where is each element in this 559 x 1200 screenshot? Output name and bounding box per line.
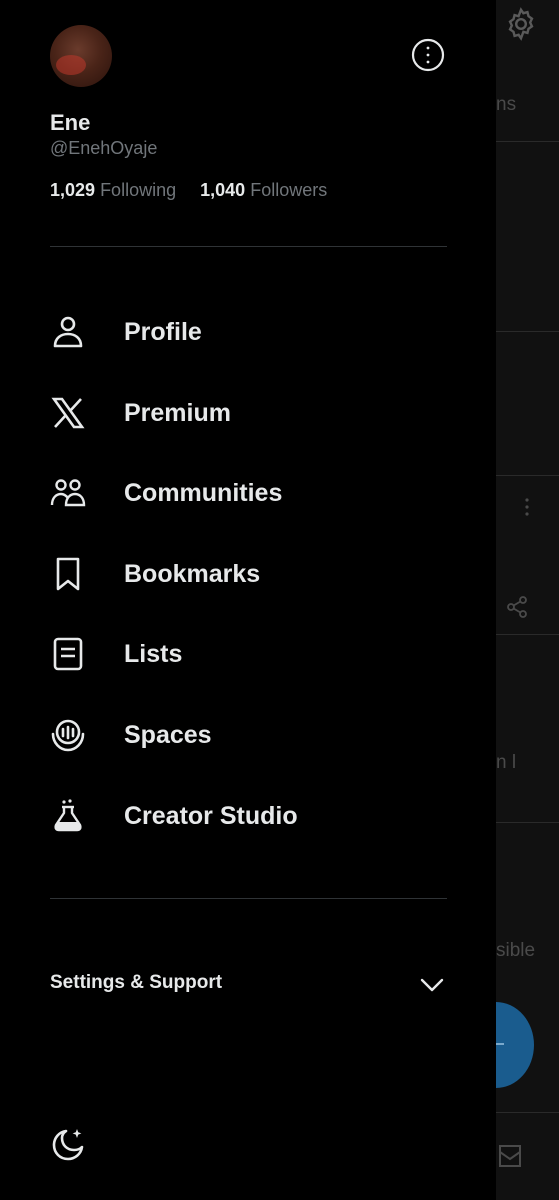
background-text: sible: [496, 940, 536, 961]
x-logo-icon: [50, 395, 86, 431]
follow-stats: 1,029 Following 1,040 Followers: [50, 180, 327, 201]
menu-item-label: Profile: [124, 317, 202, 346]
profile-name[interactable]: Ene: [50, 110, 90, 136]
navigation-drawer: Ene @EnehOyaje 1,029 Following 1,040 Fol…: [0, 0, 496, 1200]
background-divider: [496, 331, 559, 332]
gear-icon[interactable]: [503, 6, 539, 42]
more-options-icon[interactable]: [411, 38, 445, 72]
following-label: Following: [100, 180, 177, 200]
menu-item-label: Lists: [124, 639, 183, 668]
settings-support-toggle[interactable]: Settings & Support: [50, 972, 222, 994]
divider: [50, 898, 447, 899]
menu-item-creator-studio[interactable]: Creator Studio: [50, 786, 470, 846]
menu-item-label: Bookmarks: [124, 559, 261, 588]
followers-count: 1,040: [200, 180, 246, 200]
background-divider: [496, 475, 559, 476]
background-divider: [496, 822, 559, 823]
followers-link[interactable]: 1,040 Followers: [200, 180, 327, 200]
menu-item-profile[interactable]: Profile: [50, 302, 470, 362]
followers-label: Followers: [250, 180, 328, 200]
background-divider: [496, 634, 559, 635]
background-divider: [496, 141, 559, 142]
spaces-icon: [50, 717, 86, 753]
moon-icon[interactable]: [50, 1126, 86, 1162]
following-link[interactable]: 1,029 Following: [50, 180, 181, 200]
avatar[interactable]: [50, 25, 112, 87]
menu-item-label: Spaces: [124, 720, 212, 749]
user-icon: [50, 314, 86, 350]
divider: [50, 246, 447, 247]
bookmark-icon: [50, 556, 86, 592]
share-icon[interactable]: [505, 595, 529, 619]
menu-item-label: Creator Studio: [124, 801, 298, 830]
menu-item-communities[interactable]: Communities: [50, 463, 470, 523]
mail-icon[interactable]: [498, 1142, 522, 1170]
more-vertical-icon[interactable]: [518, 496, 536, 518]
communities-icon: [50, 475, 86, 511]
following-count: 1,029: [50, 180, 96, 200]
plus-icon: [496, 1043, 504, 1045]
menu-item-lists[interactable]: Lists: [50, 624, 470, 684]
menu-item-premium[interactable]: Premium: [50, 383, 470, 443]
menu-item-spaces[interactable]: Spaces: [50, 705, 470, 765]
background-tab-text: ns: [496, 94, 517, 115]
menu-item-label: Premium: [124, 398, 231, 427]
background-text: n l: [496, 752, 517, 773]
menu-item-bookmarks[interactable]: Bookmarks: [50, 544, 470, 604]
menu-item-label: Communities: [124, 478, 283, 507]
background-divider: [496, 1112, 559, 1113]
flask-icon: [50, 798, 86, 834]
list-icon: [50, 636, 86, 672]
profile-handle[interactable]: @EnehOyaje: [50, 138, 157, 159]
chevron-down-icon[interactable]: [418, 972, 446, 998]
